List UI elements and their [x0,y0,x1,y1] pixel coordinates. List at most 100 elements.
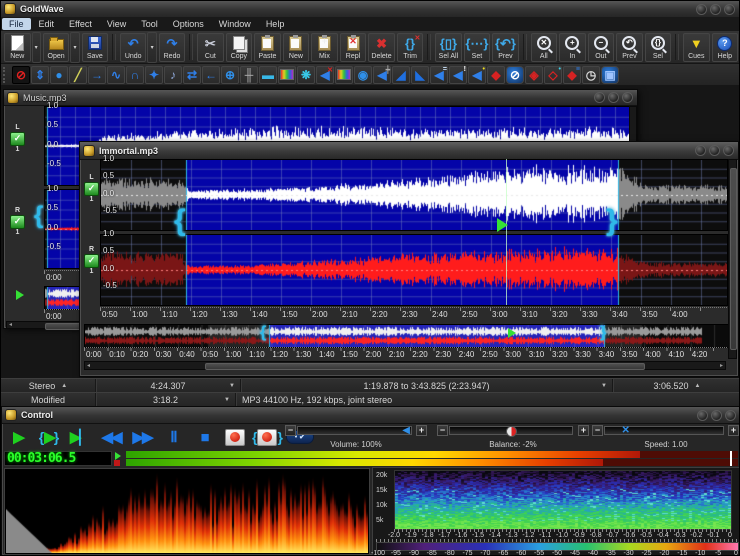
immortal-window[interactable]: Immortal.mp3 L ✓ 1 R ✓ 1 1.00.50.0-0.5 1 [79,141,739,377]
overview-play-marker[interactable] [16,290,24,300]
pan-icon[interactable]: ◆ [487,66,505,84]
undo-button[interactable]: ↶Undo [120,33,147,62]
max-volume-icon[interactable]: ◉ [354,66,372,84]
save-file-button[interactable]: Save [82,33,109,62]
zoom-previous-button[interactable]: ↶Prev [616,33,643,62]
voice-over-icon[interactable]: ▣ [601,66,619,84]
dynamics-icon[interactable]: ⊕ [221,66,239,84]
immortal-titlebar[interactable]: Immortal.mp3 [80,142,738,160]
trim-button[interactable]: {}✕Trim [397,33,424,62]
rewind-button[interactable]: ◀◀ [97,425,125,449]
minimize-button[interactable] [594,92,605,103]
redo-button[interactable]: ↷Redo [159,33,186,62]
copy-button[interactable]: Copy [226,33,253,62]
volume-slider[interactable]: ◀ [297,426,412,435]
dropdown-icon[interactable]: ▼ [601,383,607,389]
immortal-vertical-scrollbar[interactable] [728,159,737,359]
selection-start-bracket[interactable]: { [34,202,43,230]
fade-out-icon[interactable]: ◣ [411,66,429,84]
menu-item-edit[interactable]: Edit [32,18,62,30]
immortal-horizontal-scrollbar[interactable]: ◂ ▸ [84,361,726,370]
menu-item-effect[interactable]: Effect [62,18,99,30]
left-visual-panel[interactable] [4,468,370,555]
paste-button[interactable]: Paste [254,33,281,62]
speed-minus-button[interactable]: − [592,425,603,436]
fast-forward-button[interactable]: ▶▶ [128,425,156,449]
record-button[interactable] [221,425,249,449]
cut-button[interactable]: ✂Cut [197,33,224,62]
slope-icon[interactable]: ╱ [69,66,87,84]
volume-minus-button[interactable]: − [285,425,296,436]
time-display[interactable]: 00:03:06.5 [4,451,112,466]
mix-button[interactable]: +Mix [311,33,338,62]
delete-button[interactable]: ✖Delete [368,33,395,62]
fade-in-icon[interactable]: ◢ [392,66,410,84]
scroll-left-icon[interactable]: ◂ [85,363,92,369]
flanger-icon[interactable]: ∿ [107,66,125,84]
volume-equalize-icon[interactable]: ◀= [430,66,448,84]
scroll-right-icon[interactable]: ▸ [718,363,725,369]
check-icon[interactable]: ✓ [84,182,99,196]
speed-plus-button[interactable]: + [728,425,739,436]
zoom-all-button[interactable]: ✕All [531,33,558,62]
stop-button[interactable]: ■ [190,425,218,449]
volume-plus-button[interactable]: + [416,425,427,436]
immortal-time-ruler[interactable]: 0:501:001:101:201:301:401:502:002:102:20… [100,307,727,323]
playback-marker-line[interactable] [506,159,507,305]
play-from-marker-button[interactable]: ▶▏ [66,425,94,449]
playback-rate-icon[interactable]: ◷ [582,66,600,84]
match-volume-icon[interactable]: ◀┿ [373,66,391,84]
right-visual-panel[interactable]: 20k15k10k5k -2.0-1.9-1.8-1.7-1.6-1.5-1.4… [372,467,740,556]
maximize-button[interactable] [711,410,722,421]
balance-minus-button[interactable]: − [437,425,448,436]
right-channel-toggle[interactable]: R ✓ 1 [84,246,99,276]
left-channel-toggle[interactable]: L ✓ 1 [10,124,25,154]
overview-play-marker[interactable] [508,328,516,338]
offset-icon[interactable]: → [88,66,106,84]
level-meter-left[interactable] [126,451,738,458]
bandpass-icon[interactable]: ▬ [259,66,277,84]
select-all-button[interactable]: {▯}Sel All [435,33,462,62]
control-window[interactable]: Control ▶{▶}▶▏◀◀▶▶Ⅱ■{}• ✔ − ◀ + Volume: … [1,406,740,556]
speaker-icon[interactable]: ◀ [402,425,410,436]
left-channel-toggle[interactable]: L ✓ 1 [84,174,99,204]
dropdown-icon[interactable]: ▼ [224,397,230,403]
loudness-icon[interactable]: ◀! [449,66,467,84]
length-cell[interactable]: 4:24.307▼ [96,379,241,393]
remaining-cell[interactable]: 3:18.2▼ [96,393,236,407]
menu-item-file[interactable]: File [2,18,31,30]
dropdown-icon[interactable]: ▼ [229,383,235,389]
overview-start-bracket[interactable]: { [260,324,266,342]
minimize-button[interactable] [696,4,707,15]
control-titlebar[interactable]: Control [2,407,740,424]
close-button[interactable] [724,4,735,15]
speed-slider[interactable]: ✕ [604,426,724,435]
maximize-button[interactable] [710,4,721,15]
undo-dropdown-icon[interactable]: ▾ [147,32,156,63]
open-file-dropdown-icon[interactable]: ▾ [70,32,79,63]
zoom-in-button[interactable]: +In [559,33,586,62]
spectrum-flame-visual[interactable] [6,470,368,553]
effects-disabled-icon[interactable]: ⊘ [12,66,30,84]
balance-slider[interactable] [449,426,573,435]
pitch-icon[interactable]: ♪ [164,66,182,84]
immortal-left-waveform[interactable] [100,159,728,231]
selection-end-bracket[interactable]: } [606,204,618,238]
shape-volume-icon[interactable]: ⇕ [31,66,49,84]
speed-handle[interactable]: ✕ [622,425,630,436]
immortal-overview[interactable] [84,324,736,348]
censor-icon[interactable]: ⊘ [506,66,524,84]
new-file-button[interactable]: New [4,33,31,62]
menu-item-window[interactable]: Window [212,18,258,30]
close-button[interactable] [725,410,736,421]
pan-shape-icon[interactable]: ◆≡ [563,66,581,84]
check-icon[interactable]: ✓ [84,254,99,268]
up-arrow-icon[interactable]: ▲ [61,383,67,389]
balance-plus-button[interactable]: + [578,425,589,436]
check-icon[interactable]: ✓ [10,132,25,146]
equalizer-icon[interactable] [278,66,296,84]
doppler-icon[interactable]: ● [50,66,68,84]
selection-start-bracket[interactable]: { [174,204,186,238]
play-button[interactable]: ▶ [4,425,32,449]
toolbar-grip[interactable] [3,67,9,83]
